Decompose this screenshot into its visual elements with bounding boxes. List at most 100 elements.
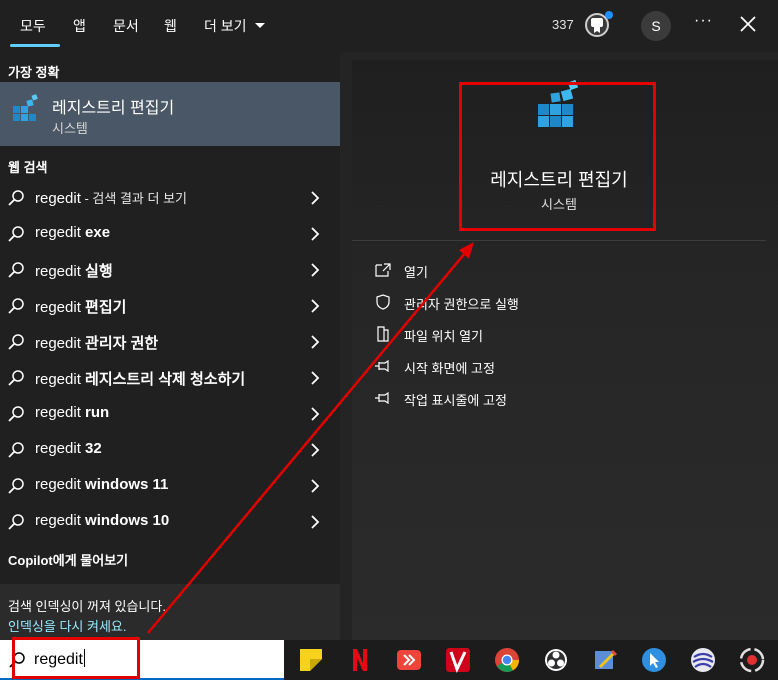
vivino-icon[interactable] <box>445 647 471 673</box>
suggestion-completion: 레지스트리 삭제 청소하기 <box>85 371 246 388</box>
more-options-button[interactable]: ··· <box>694 12 713 30</box>
suggestion-text: regedit 편집기 <box>35 296 126 317</box>
suggestion-text: regedit run <box>35 404 109 421</box>
chevron-right-icon <box>311 335 320 349</box>
shield-icon <box>376 294 390 310</box>
suggestion-hint: - 검색 결과 더 보기 <box>80 191 187 206</box>
suggestion-completion: exe <box>85 224 111 241</box>
action-pin-to-start-label: 시작 화면에 고정 <box>404 361 495 376</box>
chevron-right-icon <box>311 299 320 313</box>
chevron-right-icon <box>311 443 320 457</box>
suggestion-completion: 실행 <box>85 263 113 280</box>
suggestion-query: regedit <box>35 440 86 457</box>
suggestion-text: regedit 관리자 권한 <box>35 332 158 353</box>
web-search-suggestion[interactable]: regedit 32 <box>0 431 340 467</box>
recorder-icon[interactable] <box>739 647 765 673</box>
sphere-app-icon[interactable] <box>690 647 716 673</box>
suggestion-completion: run <box>85 404 110 421</box>
avatar[interactable]: S <box>641 11 671 41</box>
search-icon <box>8 442 24 458</box>
web-search-suggestion[interactable]: regedit windows 10 <box>0 503 340 539</box>
chevron-right-icon <box>311 407 320 421</box>
web-search-heading: 웹 검색 <box>8 160 48 175</box>
action-open-label: 열기 <box>404 265 428 280</box>
suggestion-text: regedit 실행 <box>35 260 113 281</box>
enable-indexing-link[interactable]: 인덱싱을 다시 켜세요. <box>8 616 126 635</box>
search-icon <box>8 478 24 494</box>
suggestion-text: regedit - 검색 결과 더 보기 <box>35 188 187 207</box>
indexing-notice: 검색 인덱싱이 꺼져 있습니다. 인덱싱을 다시 켜세요. <box>0 584 340 640</box>
search-icon <box>8 262 24 278</box>
suggestion-completion: 32 <box>85 440 102 457</box>
suggestion-query: regedit <box>35 476 86 493</box>
chevron-right-icon <box>311 479 320 493</box>
search-icon <box>8 298 24 314</box>
chevron-right-icon <box>311 191 320 205</box>
search-tab-bar: 모두 앱 문서 웹 더 보기 337 S ··· <box>0 0 778 52</box>
suggestion-query: regedit <box>35 299 86 316</box>
netflix-icon[interactable] <box>347 647 373 673</box>
copilot-ask-link[interactable]: Copilot에게 물어보기 <box>8 550 128 569</box>
web-search-suggestion[interactable]: regedit 편집기 <box>0 287 340 323</box>
suggestion-query: regedit <box>35 335 86 352</box>
details-divider <box>352 240 766 241</box>
search-icon <box>8 406 24 422</box>
tab-web[interactable]: 웹 <box>164 16 177 36</box>
search-icon <box>8 370 24 386</box>
web-search-suggestion[interactable]: regedit run <box>0 395 340 431</box>
results-panel: 가장 정확 레지스트리 편집기 시스템 웹 검색 regedit - 검색 결과… <box>0 52 340 640</box>
suggestion-query: regedit <box>35 404 86 421</box>
web-search-suggestion[interactable]: regedit exe <box>0 215 340 251</box>
suggestion-completion: windows 10 <box>85 512 170 529</box>
suggestion-completion: 관리자 권한 <box>85 335 159 352</box>
suggestion-completion: 편집기 <box>85 299 127 316</box>
annotation-box-details <box>459 82 656 231</box>
suggestion-query: regedit <box>35 263 86 280</box>
search-icon <box>8 190 24 206</box>
chevron-right-icon <box>311 371 320 385</box>
search-icon <box>8 334 24 350</box>
chevron-right-icon <box>311 263 320 277</box>
best-match-subtitle: 시스템 <box>52 121 88 136</box>
rewards-icon[interactable] <box>583 10 613 40</box>
suggestion-completion: windows 11 <box>85 476 169 493</box>
folder-icon <box>377 326 389 342</box>
cursor-app-icon[interactable] <box>641 647 667 673</box>
web-search-suggestion[interactable]: regedit 관리자 권한 <box>0 323 340 359</box>
tab-more[interactable]: 더 보기 <box>204 16 266 36</box>
rewards-count: 337 <box>552 17 574 32</box>
web-search-suggestion[interactable]: regedit 실행 <box>0 251 340 287</box>
chrome-icon[interactable] <box>494 647 520 673</box>
open-icon <box>375 263 391 277</box>
web-search-suggestion[interactable]: regedit windows 11 <box>0 467 340 503</box>
best-match-heading: 가장 정확 <box>8 65 60 80</box>
chevron-down-icon <box>255 23 266 28</box>
suggestion-query: regedit <box>35 224 86 241</box>
suggestion-query: regedit <box>35 371 86 388</box>
pin-icon <box>375 391 389 405</box>
suggestion-text: regedit windows 10 <box>35 512 169 529</box>
sticky-notes-icon[interactable] <box>298 647 324 673</box>
close-button[interactable] <box>738 12 758 36</box>
action-pin-to-taskbar-label: 작업 표시줄에 고정 <box>404 393 507 408</box>
search-icon <box>8 514 24 530</box>
chevron-right-icon <box>311 515 320 529</box>
web-search-suggestion[interactable]: regedit 레지스트리 삭제 청소하기 <box>0 359 340 395</box>
anydesk-icon[interactable] <box>396 647 422 673</box>
best-match-title: 레지스트리 편집기 <box>52 100 175 117</box>
action-open-file-location-label: 파일 위치 열기 <box>404 329 483 344</box>
tab-all[interactable]: 모두 <box>20 16 46 36</box>
tab-apps[interactable]: 앱 <box>73 16 86 36</box>
best-match-item[interactable]: 레지스트리 편집기 시스템 <box>0 82 340 146</box>
suggestion-text: regedit 레지스트리 삭제 청소하기 <box>35 368 245 389</box>
tab-more-label: 더 보기 <box>204 18 247 34</box>
tab-documents[interactable]: 문서 <box>113 16 139 36</box>
search-icon <box>8 226 24 242</box>
active-tab-indicator <box>10 44 60 47</box>
chevron-right-icon <box>311 227 320 241</box>
obs-icon[interactable] <box>543 647 569 673</box>
indexing-notice-text: 검색 인덱싱이 꺼져 있습니다. <box>8 599 166 614</box>
editor-icon[interactable] <box>592 647 618 673</box>
close-icon <box>740 16 756 32</box>
web-search-suggestion[interactable]: regedit - 검색 결과 더 보기 <box>0 179 340 215</box>
